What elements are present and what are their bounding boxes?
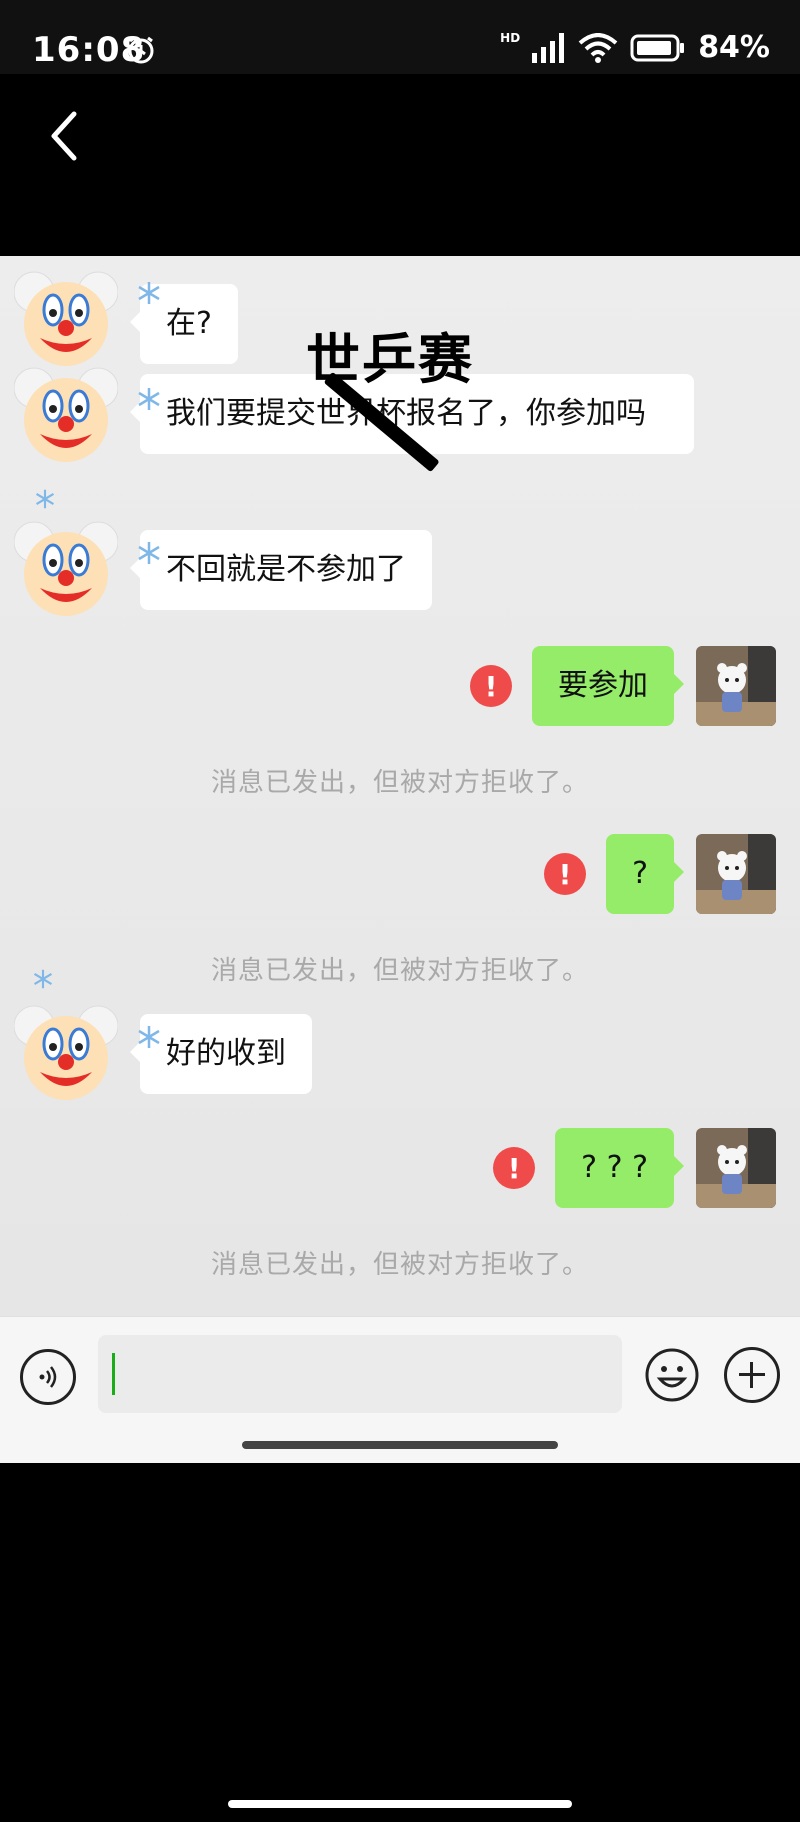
message-row: ! ? ? ? bbox=[493, 1128, 776, 1208]
message-bubble-outgoing[interactable]: 要参加 bbox=[532, 646, 684, 726]
message-row: ! ? bbox=[544, 834, 776, 914]
clown-avatar[interactable] bbox=[13, 268, 119, 372]
rejected-notice: 消息已发出，但被对方拒收了。 bbox=[210, 956, 589, 986]
message-text: 不回就是不参加了 bbox=[166, 552, 406, 587]
my-avatar[interactable] bbox=[696, 1128, 776, 1208]
message-text: ? ? ? bbox=[581, 1150, 648, 1186]
clown-avatar[interactable] bbox=[13, 1002, 119, 1106]
message-row: 好的收到 bbox=[13, 1002, 312, 1106]
kitty-avatar-icon bbox=[696, 1128, 776, 1208]
clown-face-icon bbox=[13, 271, 119, 366]
plus-icon[interactable] bbox=[724, 1347, 780, 1403]
clown-face-icon bbox=[13, 1005, 119, 1100]
my-avatar[interactable] bbox=[696, 834, 776, 914]
clown-avatar[interactable] bbox=[13, 518, 119, 622]
home-indicator bbox=[242, 1441, 558, 1449]
alarm-icon bbox=[128, 36, 154, 64]
clown-avatar[interactable] bbox=[13, 364, 119, 468]
message-text: 好的收到 bbox=[166, 1036, 286, 1071]
send-failed-icon[interactable]: ! bbox=[493, 1147, 536, 1189]
voice-button[interactable] bbox=[20, 1349, 76, 1405]
message-bubble-incoming[interactable]: 好的收到 bbox=[130, 1014, 312, 1094]
message-text: 我们要提交世界杯报名了，你参加吗 bbox=[166, 396, 646, 431]
rejected-notice: 消息已发出，但被对方拒收了。 bbox=[210, 768, 589, 798]
snowflake-icon bbox=[138, 542, 160, 564]
message-text: 在? bbox=[166, 306, 212, 341]
rejected-notice: 消息已发出，但被对方拒收了。 bbox=[210, 1250, 589, 1280]
message-input[interactable] bbox=[98, 1335, 622, 1413]
snowflake-icon bbox=[33, 969, 53, 989]
battery-percent: 84% bbox=[698, 30, 770, 65]
message-row: ! 要参加 bbox=[470, 646, 776, 726]
snowflake-icon bbox=[138, 1026, 160, 1048]
wifi-icon bbox=[578, 32, 618, 63]
message-row: 不回就是不参加了 bbox=[13, 518, 432, 622]
chat-area[interactable]: 在? 我们要提交世界杯报名了，你参加吗 不回就是不参加了 ! 要参加 消息已发出… bbox=[0, 256, 800, 1316]
system-home-indicator[interactable] bbox=[228, 1800, 572, 1808]
message-text: 要参加 bbox=[558, 668, 648, 704]
battery-icon bbox=[630, 34, 685, 61]
message-row: 在? bbox=[13, 268, 238, 372]
network-label: HD bbox=[500, 30, 521, 45]
snowflake-icon bbox=[35, 489, 55, 509]
message-bubble-outgoing[interactable]: ? ? ? bbox=[555, 1128, 684, 1208]
snowflake-icon bbox=[138, 388, 160, 410]
kitty-avatar-icon bbox=[696, 834, 776, 914]
send-failed-icon[interactable]: ! bbox=[470, 665, 512, 707]
message-bubble-incoming[interactable]: 不回就是不参加了 bbox=[130, 530, 432, 610]
voice-icon bbox=[39, 1366, 57, 1388]
my-avatar[interactable] bbox=[696, 646, 776, 726]
chat-header bbox=[0, 74, 800, 256]
kitty-avatar-icon bbox=[696, 646, 776, 726]
send-failed-icon[interactable]: ! bbox=[544, 853, 587, 895]
clown-face-icon bbox=[13, 521, 119, 616]
clown-face-icon bbox=[13, 367, 119, 462]
input-bar bbox=[0, 1316, 800, 1463]
message-bubble-outgoing[interactable]: ? bbox=[606, 834, 684, 914]
back-arrow-icon[interactable] bbox=[42, 106, 92, 166]
message-text: ? bbox=[632, 856, 648, 892]
snowflake-icon bbox=[138, 282, 160, 304]
text-caret bbox=[112, 1353, 115, 1395]
signal-icon bbox=[532, 32, 565, 63]
emoji-icon[interactable] bbox=[644, 1347, 700, 1403]
